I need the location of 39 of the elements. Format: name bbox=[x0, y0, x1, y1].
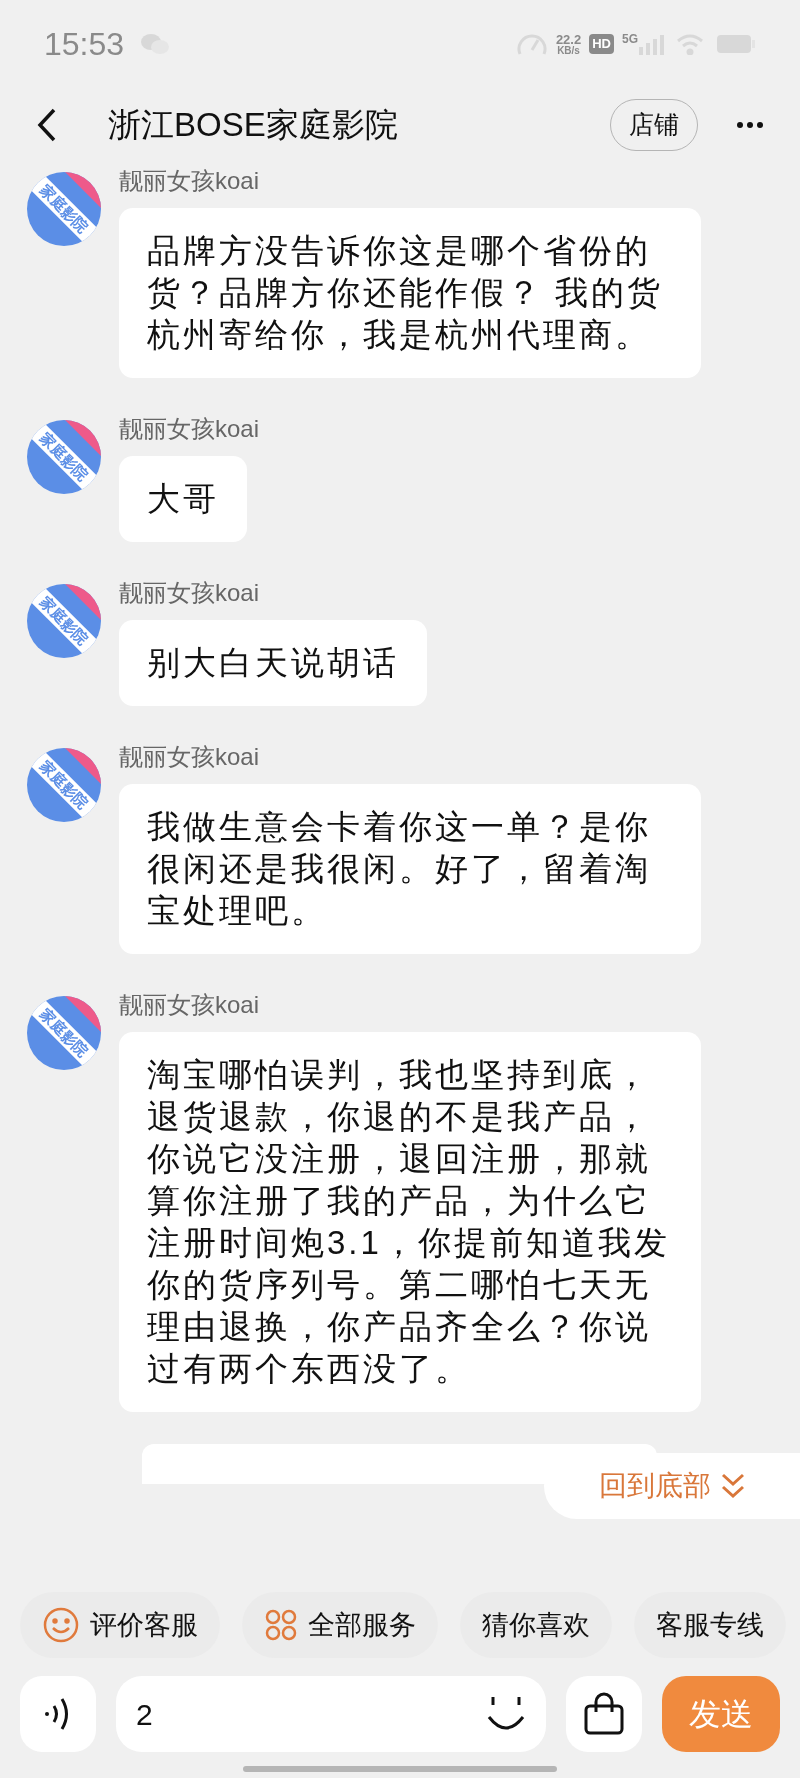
quick-action-chip[interactable]: 猜你喜欢 bbox=[460, 1592, 612, 1658]
avatar: 家庭影院 bbox=[27, 584, 101, 658]
sender-name: 靓丽女孩koai bbox=[119, 414, 260, 444]
chat-app-icon bbox=[140, 31, 171, 57]
message-bubble: 别大白天说胡话 bbox=[119, 620, 427, 706]
avatar: 家庭影院 bbox=[27, 420, 101, 494]
quick-action-chip[interactable]: 客服专线 bbox=[634, 1592, 786, 1658]
avatar: 家庭影院 bbox=[27, 996, 101, 1070]
wifi-icon bbox=[676, 33, 704, 55]
signal-icon bbox=[638, 33, 664, 55]
message-bubble: 我做生意会卡着你这一单？是你很闲还是我很闲。好了，留着淘宝处理吧。 bbox=[119, 784, 701, 954]
battery-icon bbox=[716, 33, 756, 55]
double-chevron-down-icon bbox=[721, 1473, 745, 1499]
sender-name: 靓丽女孩koai bbox=[119, 990, 260, 1020]
message-bubble: 大哥 bbox=[119, 456, 247, 542]
input-text: 2 bbox=[136, 1696, 154, 1733]
speed-unit: KB/s bbox=[557, 45, 580, 56]
smiley-icon bbox=[42, 1606, 80, 1644]
back-icon[interactable] bbox=[36, 108, 58, 142]
speed-value: 22.2 bbox=[555, 32, 582, 46]
chat-title: 浙江BOSE家庭影院 bbox=[108, 105, 398, 146]
sender-name: 靓丽女孩koai bbox=[119, 166, 260, 196]
message-bubble: 品牌方没告诉你这是哪个省份的货？品牌方你还能作假？ 我的货杭州寄给你，我是杭州代理商。 bbox=[119, 208, 701, 378]
sender-name: 靓丽女孩koai bbox=[119, 578, 260, 608]
message-bubble: 淘宝哪怕误判，我也坚持到底，退货退款，你退的不是我产品，你说它没注册，退回注册，那就算你注册了我的产品，为什么它注册时间炮3.1，你提前知道我发你的货序列号。第二哪怕七天无理由退换，你产品齐全么？你说过有两个东西没了。 bbox=[119, 1032, 701, 1412]
status-time: 15:53 bbox=[44, 25, 125, 64]
voice-button[interactable] bbox=[20, 1676, 96, 1752]
avatar: 家庭影院 bbox=[27, 748, 101, 822]
shopping-bag-icon bbox=[582, 1692, 626, 1736]
quick-action-chip[interactable]: 全部服务 bbox=[242, 1592, 438, 1658]
quick-action-chip[interactable]: 评价客服 bbox=[20, 1592, 220, 1658]
message-input[interactable]: 2 bbox=[116, 1676, 546, 1752]
sender-name: 靓丽女孩koai bbox=[119, 742, 260, 772]
more-icon[interactable] bbox=[736, 121, 764, 129]
avatar: 家庭影院 bbox=[27, 172, 101, 246]
grid-icon bbox=[264, 1608, 298, 1642]
network-label: 5G bbox=[622, 31, 638, 48]
shopping-bag-button[interactable] bbox=[566, 1676, 642, 1752]
hd-badge: HD bbox=[589, 34, 614, 54]
